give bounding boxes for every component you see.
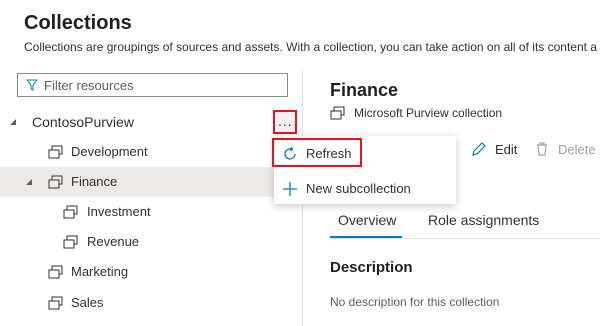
tab-overview[interactable]: Overview [338,212,396,228]
delete-label: Delete [558,142,596,157]
tree-item-development[interactable]: Development [0,137,302,167]
page-header: Collections Collections are groupings of… [0,0,600,70]
tree-item-label: ContosoPurview [32,114,134,130]
collection-icon [330,106,345,120]
tree-item-label: Investment [87,204,151,219]
more-options-button[interactable]: ... [273,110,297,134]
filter-icon [26,79,38,91]
plus-icon [283,182,297,196]
detail-subtitle: Microsoft Purview collection [354,106,503,120]
tree-item-label: Development [71,144,148,159]
detail-title: Finance [330,80,399,100]
tree-item-label: Finance [71,174,118,189]
collection-icon [48,175,63,189]
refresh-highlight [272,138,362,167]
trash-icon [537,142,547,156]
collection-icon [63,235,78,249]
filter-box[interactable] [17,73,288,97]
tree-item-investment[interactable]: Investment [0,197,302,227]
tree-item-finance[interactable]: Finance [0,167,302,197]
tree-item-revenue[interactable]: Revenue [0,227,302,257]
tree-item-root[interactable]: ContosoPurview [0,107,302,137]
tab-role-assignments[interactable]: Role assignments [428,212,539,228]
active-tab-indicator [330,236,402,238]
collection-icon [63,205,78,219]
pencil-icon [472,142,486,156]
page-title: Collections [24,12,132,34]
edit-label: Edit [495,142,518,157]
detail-tabs: Overview Role assignments [330,205,600,239]
collection-icon [48,296,63,310]
collection-icon [48,265,63,279]
menu-item-new-subcollection[interactable]: New subcollection [274,173,456,203]
delete-button[interactable]: Delete [534,141,600,159]
edit-button[interactable]: Edit [471,141,521,159]
tree-item-sales[interactable]: Sales [0,288,302,318]
menu-item-label: New subcollection [306,181,411,196]
caret-down-icon[interactable] [25,178,33,186]
tree-item-label: Sales [71,295,104,310]
page-subtitle: Collections are groupings of sources and… [24,40,597,54]
filter-input[interactable] [44,77,279,93]
description-heading: Description [330,259,413,276]
collection-icon [48,145,63,159]
description-text: No description for this collection [330,295,500,309]
tree-item-marketing[interactable]: Marketing [0,257,302,287]
caret-down-icon[interactable] [9,118,17,126]
tree-item-label: Marketing [71,264,129,279]
tree-item-label: Revenue [87,234,140,249]
